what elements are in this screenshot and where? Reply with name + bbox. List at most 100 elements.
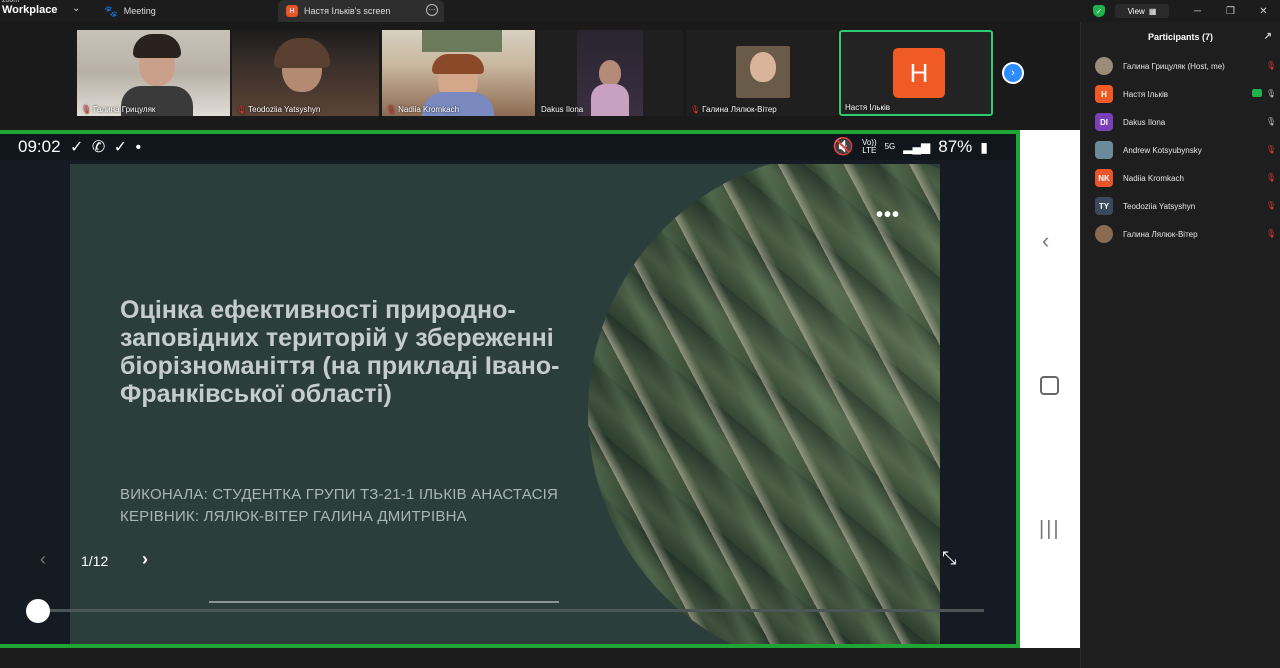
restore-button[interactable]: ❐ — [1214, 6, 1247, 17]
window-controls: ✓ View ▦ ─ ❐ ✕ — [1093, 0, 1280, 22]
participant-video-hair — [432, 54, 484, 74]
participant-row[interactable]: TY Teodoziia Yatsyshyn 🎙 — [1081, 192, 1280, 220]
participant-status-icons: 🎙 — [1251, 89, 1276, 98]
close-button[interactable]: ✕ — [1247, 6, 1280, 17]
slide-author-line: ВИКОНАЛА: СТУДЕНТКА ГРУПИ ТЗ-21-1 ІЛЬКІВ… — [120, 486, 559, 503]
participant-row[interactable]: Галина Грицуляк (Host, me) 🎙 — [1081, 52, 1280, 80]
participant-name: Nadiia Kromkach — [1123, 173, 1184, 183]
participant-video-face — [750, 52, 776, 82]
shield-icon[interactable]: ✓ — [1093, 5, 1105, 17]
screen-share-icon — [1251, 89, 1262, 97]
video-tile[interactable]: 🎙 Teodoziia Yatsyshyn — [232, 30, 379, 116]
title-bar: zoom Workplace ⌄ 🐾 Meeting Н Настя Ількі… — [0, 0, 1280, 22]
tab-screen-label: Настя Ільків's screen — [304, 6, 391, 16]
next-page-button[interactable]: › — [1002, 62, 1024, 84]
participant-name: Dakus Ilona — [1123, 117, 1166, 127]
video-tile-name: 🎙 Teodoziia Yatsyshyn — [236, 105, 320, 114]
tab-shared-screen[interactable]: Н Настя Ільків's screen ⋯ — [278, 0, 444, 22]
meeting-controls-bar — [0, 648, 1080, 668]
mic-off-icon[interactable]: 🎙 — [1266, 61, 1276, 70]
slide-title: Оцінка ефективності природно-заповідних … — [120, 296, 560, 408]
participant-video-hair — [274, 38, 330, 68]
avatar: DI — [1095, 113, 1113, 131]
participant-name: Галина Лялюк-Вітер — [1123, 229, 1198, 239]
participant-row[interactable]: DI Dakus Ilona 🎙 — [1081, 108, 1280, 136]
tile-name-text: Nadiia Kromkach — [398, 105, 460, 114]
slide-progress-track[interactable] — [38, 609, 984, 612]
mic-off-icon[interactable]: 🎙 — [1266, 145, 1276, 154]
shared-screen: 09:02 ✓ ✆ ✓ • 🔇 Vo)) LTE 5G ▂▄▆ 87% ▮ Оці… — [0, 130, 1020, 648]
pop-out-icon[interactable]: ↗ — [1264, 22, 1272, 52]
next-slide-button[interactable]: › — [142, 549, 148, 570]
mute-icon: 🔇 — [832, 137, 854, 156]
app-brand[interactable]: zoom Workplace — [2, 0, 57, 16]
video-tile-name: 🎙 Галина Лялюк-Вітер — [690, 105, 777, 114]
battery-icon: ▮ — [980, 138, 988, 155]
back-icon[interactable]: ‹ — [1042, 228, 1049, 254]
video-tile-name: Настя Ільків — [845, 103, 890, 112]
slide-progress-knob[interactable] — [26, 599, 50, 623]
video-tile[interactable]: 🎙 Nadiia Kromkach — [382, 30, 535, 116]
tab-meeting-label: Meeting — [123, 6, 156, 16]
video-tile-name: 🎙 Nadiia Kromkach — [386, 105, 459, 114]
more-options-icon[interactable]: ••• — [876, 204, 900, 227]
video-tile[interactable]: Dakus Ilona — [537, 30, 683, 116]
tile-name-text: Настя Ільків — [845, 103, 891, 112]
avatar: TY — [1095, 197, 1113, 215]
participant-status-icons: 🎙 — [1266, 145, 1276, 154]
avatar: Н — [1095, 85, 1113, 103]
mic-off-icon: 🎙 — [690, 105, 701, 114]
mic-off-icon[interactable]: 🎙 — [1266, 229, 1276, 238]
tile-name-text: Галина Грицуляк — [93, 105, 156, 114]
mic-off-icon[interactable]: 🎙 — [1266, 201, 1276, 210]
participant-row[interactable]: Н Настя Ільків 🎙 — [1081, 80, 1280, 108]
avatar — [1095, 57, 1113, 75]
participants-list: Галина Грицуляк (Host, me) 🎙 Н Настя Іль… — [1081, 52, 1280, 248]
tile-name-text: Dakus Ilona — [541, 105, 584, 114]
collapse-icon[interactable]: ⤡ — [942, 548, 956, 569]
view-label: View — [1127, 6, 1145, 16]
grid-icon: ▦ — [1148, 6, 1157, 16]
participant-row[interactable]: Andrew Kotsyubynsky 🎙 — [1081, 136, 1280, 164]
video-tile[interactable]: 🎙 Галина Лялюк-Вітер — [686, 30, 837, 116]
more-icon[interactable]: ⋯ — [426, 4, 438, 16]
slide-leaf-image — [588, 164, 940, 644]
participant-row[interactable]: NK Nadiia Kromkach 🎙 — [1081, 164, 1280, 192]
status-right: 🔇 Vo)) LTE 5G ▂▄▆ 87% ▮ — [833, 137, 988, 157]
mic-off-icon[interactable]: 🎙 — [1266, 173, 1276, 182]
tab-meeting[interactable]: 🐾 Meeting — [104, 0, 274, 22]
participants-panel: Participants (7) ↗ Галина Грицуляк (Host… — [1080, 22, 1280, 668]
participant-initial-avatar: Н — [893, 48, 945, 98]
previous-slide-button[interactable]: ‹ — [40, 549, 46, 570]
tile-name-text: Галина Лялюк-Вітер — [702, 105, 777, 114]
minimize-button[interactable]: ─ — [1181, 6, 1214, 17]
slide-page-number: 1/12 — [81, 553, 109, 569]
avatar — [1095, 225, 1113, 243]
video-tile-name: 🎙 Галина Грицуляк — [81, 105, 155, 114]
slide-supervisor-line: КЕРІВНИК: ЛЯЛЮК-ВІТЕР ГАЛИНА ДМИТРІВНА — [120, 508, 467, 525]
video-tile[interactable]: 🎙 Галина Грицуляк — [77, 30, 230, 116]
participant-row[interactable]: Галина Лялюк-Вітер 🎙 — [1081, 220, 1280, 248]
recents-icon[interactable]: ||| — [1039, 518, 1061, 541]
chevron-right-icon: › — [1004, 64, 1022, 82]
phone-status-bar: 09:02 ✓ ✆ ✓ • 🔇 Vo)) LTE 5G ▂▄▆ 87% ▮ — [0, 134, 1016, 160]
participants-header: Participants (7) ↗ — [1081, 22, 1280, 52]
mic-off-icon: 🎙 — [236, 105, 247, 114]
video-tile-active-speaker[interactable]: Н Настя Ільків — [839, 30, 993, 116]
participant-name: Teodoziia Yatsyshyn — [1123, 201, 1196, 211]
participant-video-body — [591, 84, 629, 116]
mic-off-icon: 🎙 — [81, 105, 92, 114]
mic-icon[interactable]: 🎙 — [1266, 89, 1276, 98]
participants-title: Participants (7) — [1147, 32, 1214, 42]
home-icon[interactable] — [1040, 376, 1059, 395]
video-tile-name: Dakus Ilona — [541, 105, 583, 114]
view-button[interactable]: View ▦ — [1115, 4, 1169, 18]
mic-icon[interactable]: 🎙 — [1266, 117, 1276, 126]
participant-name: Andrew Kotsyubynsky — [1123, 145, 1202, 155]
slide-subtitle: ВИКОНАЛА: СТУДЕНТКА ГРУПИ ТЗ-21-1 ІЛЬКІВ… — [120, 484, 558, 528]
status-time: 09:02 — [18, 137, 61, 156]
participant-status-icons: 🎙 — [1266, 61, 1276, 70]
slide-divider — [209, 601, 559, 603]
chevron-down-icon[interactable]: ⌄ — [72, 3, 80, 14]
tile-name-text: Teodoziia Yatsyshyn — [248, 105, 321, 114]
